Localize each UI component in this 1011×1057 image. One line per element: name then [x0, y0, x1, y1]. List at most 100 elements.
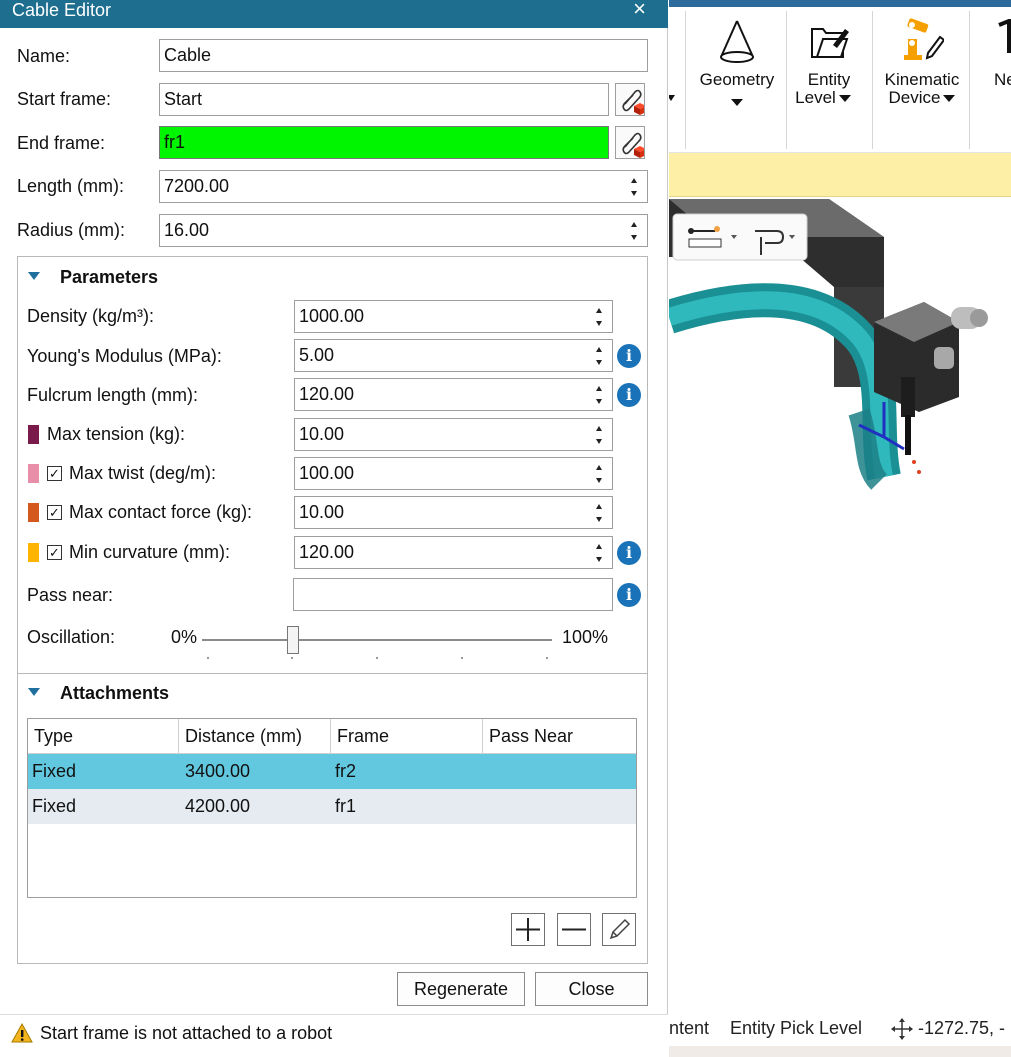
max-contact-force-value: 10.00 [299, 502, 345, 522]
density-spinbox[interactable]: 1000.00 [294, 300, 613, 333]
oscillation-label: Oscillation: [27, 627, 116, 647]
max-tension-spinbox[interactable]: 10.00 [294, 418, 613, 451]
edit-attachment-button[interactable] [602, 913, 636, 946]
new-label: Ne [994, 70, 1011, 89]
column-header-type[interactable]: Type [28, 719, 179, 754]
kinematic-label-line1: Kinematic [884, 70, 960, 89]
spinner-arrows-icon[interactable] [594, 307, 604, 327]
entity-label-line2: Level [783, 89, 863, 107]
cone-icon [720, 20, 754, 63]
min-curvature-label: Min curvature (mm): [69, 542, 231, 562]
oscillation-max-label: 100% [562, 627, 609, 647]
new-button[interactable]: Ne [973, 7, 1011, 147]
spinner-arrows-icon[interactable] [594, 503, 604, 523]
attachments-header[interactable]: Attachments [28, 683, 169, 704]
spinner-arrows-icon[interactable] [629, 177, 639, 197]
fulcrum-length-spinbox[interactable]: 120.00 [294, 378, 613, 411]
close-button[interactable]: Close [535, 972, 648, 1006]
max-tension-color-swatch [28, 425, 39, 444]
robot-arm-icon [904, 18, 944, 60]
info-icon[interactable]: i [617, 541, 641, 565]
parameters-title: Parameters [60, 267, 159, 287]
app-title-strip [669, 0, 1011, 7]
remove-attachment-button[interactable] [557, 913, 591, 946]
row-frame-cell: fr2 [335, 761, 357, 781]
name-field[interactable]: Cable [159, 39, 648, 72]
row-distance-cell: 4200.00 [185, 796, 251, 816]
column-header-distance[interactable]: Distance (mm) [179, 719, 331, 754]
length-spinbox[interactable]: 7200.00 [159, 170, 648, 203]
chevron-down-icon [731, 99, 743, 106]
max-contact-checkbox[interactable]: ✓ [47, 505, 62, 520]
name-label: Name: [17, 46, 71, 66]
info-icon[interactable]: i [617, 583, 641, 607]
taskbar-edge [669, 1046, 1011, 1057]
parameters-header[interactable]: Parameters [28, 267, 158, 288]
end-frame-field[interactable]: fr1 [159, 126, 609, 159]
slider-tick [546, 657, 548, 659]
column-header-pass-near[interactable]: Pass Near [483, 719, 636, 754]
dialog-titlebar[interactable]: Cable Editor × [0, 0, 668, 28]
status-message: Start frame is not attached to a robot [40, 1023, 333, 1043]
start-frame-field[interactable]: Start [159, 83, 609, 116]
length-label: Length (mm): [17, 176, 125, 196]
dropdown-arrow-icon[interactable] [669, 95, 677, 103]
entity-label-line1: Entity [807, 70, 851, 89]
max-twist-checkbox[interactable]: ✓ [47, 466, 62, 481]
pass-near-field[interactable] [293, 578, 613, 611]
attachments-table: Type Distance (mm) Frame Pass Near Fixed… [27, 718, 637, 898]
max-twist-value: 100.00 [299, 463, 355, 483]
move-cursor-icon [891, 1018, 913, 1040]
3d-viewport[interactable] [669, 197, 1011, 997]
minus-icon [562, 928, 586, 931]
start-frame-label: Start frame: [17, 89, 112, 109]
spinner-arrows-icon[interactable] [594, 385, 604, 405]
row-distance-cell: 3400.00 [185, 761, 251, 781]
info-icon[interactable]: i [617, 344, 641, 368]
add-attachment-button[interactable] [511, 913, 545, 946]
pass-near-label: Pass near: [27, 585, 114, 605]
youngs-modulus-spinbox[interactable]: 5.00 [294, 339, 613, 372]
geometry-label: Geometry [699, 70, 775, 89]
radius-spinbox[interactable]: 16.00 [159, 214, 648, 247]
ribbon-separator [872, 11, 873, 149]
spinner-arrows-icon[interactable] [594, 425, 604, 445]
start-frame-pick-button[interactable] [615, 83, 646, 116]
spinner-arrows-icon[interactable] [629, 221, 639, 241]
table-row[interactable]: Fixed 4200.00 fr1 [28, 789, 636, 824]
min-curvature-spinbox[interactable]: 120.00 [294, 536, 613, 569]
oscillation-min-label: 0% [171, 627, 198, 647]
info-icon[interactable]: i [617, 383, 641, 407]
oscillation-slider-thumb[interactable] [287, 626, 299, 654]
ribbon-separator [685, 11, 686, 149]
regenerate-button[interactable]: Regenerate [397, 972, 525, 1006]
column-header-frame[interactable]: Frame [331, 719, 483, 754]
table-row[interactable]: Fixed 3400.00 fr2 [28, 754, 636, 789]
radius-value: 16.00 [164, 220, 210, 240]
entity-pick-level-label[interactable]: Entity Pick Level [730, 1018, 862, 1039]
min-curvature-checkbox[interactable]: ✓ [47, 545, 62, 560]
notification-bar [669, 153, 1011, 197]
geometry-button[interactable]: Geometry [689, 7, 785, 147]
ribbon-toolbar: Geometry Entity Level Kinematic Device N [669, 7, 1011, 153]
status-content-text: ntent [669, 1018, 710, 1038]
chevron-down-icon [838, 95, 851, 102]
max-contact-force-spinbox[interactable]: 10.00 [294, 496, 613, 529]
main-application-window: Geometry Entity Level Kinematic Device N… [669, 0, 1011, 1057]
oscillation-slider-track[interactable] [202, 639, 552, 641]
collapse-triangle-icon [28, 272, 40, 281]
fulcrum-length-value: 120.00 [299, 384, 355, 404]
max-twist-spinbox[interactable]: 100.00 [294, 457, 613, 490]
entity-level-button[interactable]: Entity Level [789, 7, 869, 147]
spinner-arrows-icon[interactable] [594, 464, 604, 484]
kinematic-device-label: Kinematic Device [875, 71, 969, 107]
max-twist-label: Max twist (deg/m): [69, 463, 217, 483]
kinematic-device-button[interactable]: Kinematic Device [875, 7, 969, 147]
end-frame-pick-button[interactable] [615, 126, 646, 159]
attachments-title: Attachments [60, 683, 170, 703]
warning-icon [11, 1023, 33, 1043]
close-icon[interactable]: × [633, 0, 646, 20]
entity-label-line2-text: Level [795, 88, 836, 107]
spinner-arrows-icon[interactable] [594, 543, 604, 563]
spinner-arrows-icon[interactable] [594, 346, 604, 366]
